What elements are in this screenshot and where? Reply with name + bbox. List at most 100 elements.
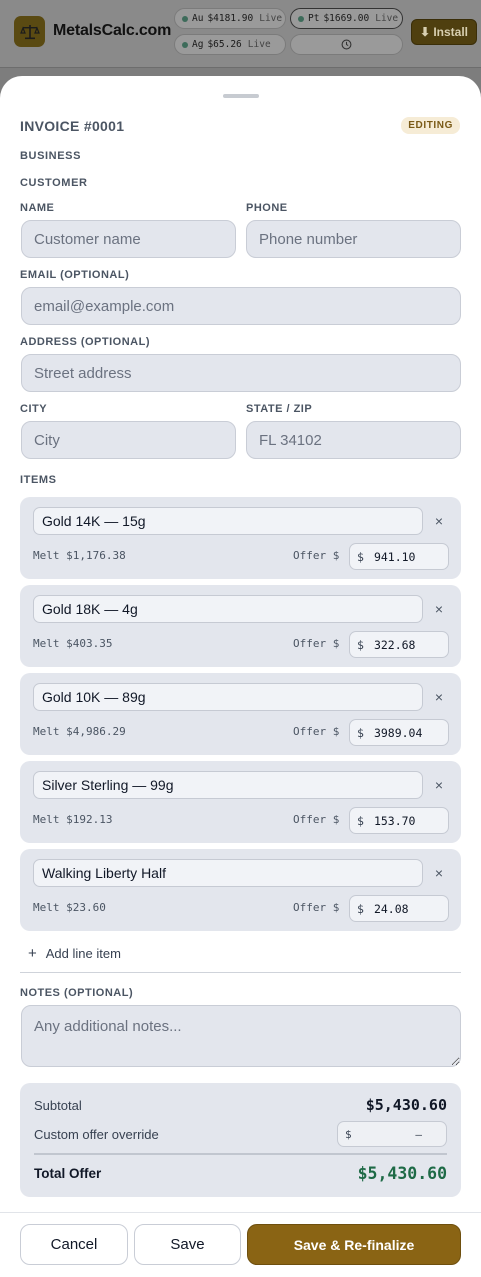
notes-label: NOTES (OPTIONAL) <box>20 987 134 999</box>
remove-item-icon[interactable]: × <box>431 599 447 619</box>
offer-input[interactable]: $ 3989.04 <box>349 719 449 746</box>
offer-input[interactable]: $ 322.68 <box>349 631 449 658</box>
email-label: EMAIL (OPTIONAL) <box>20 269 130 281</box>
name-label: NAME <box>20 202 55 214</box>
item-name-input[interactable]: Gold 18K — 4g <box>33 595 423 623</box>
ticker-symbol: Au <box>192 13 204 24</box>
invoice-sheet: INVOICE #0001 EDITING BUSINESS CUSTOMER … <box>0 76 481 1277</box>
status-badge: EDITING <box>401 117 460 134</box>
customer-heading: CUSTOMER <box>20 177 88 189</box>
city-input[interactable] <box>21 421 236 459</box>
line-item: Gold 18K — 4g × Melt $403.35 Offer $ $ 3… <box>20 585 461 667</box>
ticker-price: $1669.00 <box>323 13 370 24</box>
app-header: MetalsCalc.com Au $4181.90 Live Pt $1669… <box>0 0 481 68</box>
total-offer-value: $5,430.60 <box>357 1164 447 1183</box>
remove-item-icon[interactable]: × <box>431 863 447 883</box>
invoice-title: INVOICE #0001 <box>20 118 125 134</box>
offer-label: Offer $ <box>293 725 340 738</box>
ticker-silver[interactable]: Ag $65.26 Live <box>174 34 286 55</box>
install-button[interactable]: ⬇ Install <box>411 19 477 45</box>
offer-label: Offer $ <box>293 813 340 826</box>
add-line-item-button[interactable]: + Add line item <box>28 945 121 962</box>
live-dot-icon <box>182 15 188 22</box>
divider <box>20 972 461 973</box>
ticker-status: Live <box>247 39 271 50</box>
add-line-item-label: Add line item <box>45 946 121 961</box>
offer-value: 24.08 <box>373 901 409 916</box>
email-input[interactable] <box>21 287 461 325</box>
remove-item-icon[interactable]: × <box>431 687 447 707</box>
address-input[interactable] <box>21 354 461 392</box>
total-offer-label: Total Offer <box>34 1166 102 1181</box>
offer-input[interactable]: $ 153.70 <box>349 807 449 834</box>
subtotal-value: $5,430.60 <box>365 1096 447 1114</box>
ticker-status: Live <box>259 13 283 24</box>
address-label: ADDRESS (OPTIONAL) <box>20 336 150 348</box>
line-item: Silver Sterling — 99g × Melt $192.13 Off… <box>20 761 461 843</box>
phone-input[interactable] <box>246 220 461 258</box>
override-currency: $ <box>345 1127 352 1141</box>
melt-value: Melt $192.13 <box>33 813 113 826</box>
currency-symbol: $ <box>357 725 364 740</box>
save-button[interactable]: Save <box>134 1224 241 1265</box>
currency-symbol: $ <box>357 901 364 916</box>
city-label: CITY <box>20 403 48 415</box>
remove-item-icon[interactable]: × <box>431 511 447 531</box>
currency-symbol: $ <box>357 813 364 828</box>
item-name-input[interactable]: Silver Sterling — 99g <box>33 771 423 799</box>
melt-value: Melt $4,986.29 <box>33 725 126 738</box>
offer-value: 3989.04 <box>373 725 423 740</box>
ticker-status: Live <box>375 13 399 24</box>
clock-icon <box>341 39 352 50</box>
ticker-price: $65.26 <box>207 39 242 50</box>
item-name-input[interactable]: Gold 10K — 89g <box>33 683 423 711</box>
currency-symbol: $ <box>357 637 364 652</box>
clock-button[interactable] <box>290 34 403 55</box>
ticker-gold[interactable]: Au $4181.90 Live <box>174 8 286 29</box>
override-label: Custom offer override <box>34 1127 159 1142</box>
line-item: Gold 10K — 89g × Melt $4,986.29 Offer $ … <box>20 673 461 755</box>
offer-label: Offer $ <box>293 901 340 914</box>
ticker-symbol: Pt <box>308 13 320 24</box>
business-heading[interactable]: BUSINESS <box>20 150 81 162</box>
live-dot-icon <box>298 15 304 22</box>
live-dot-icon <box>182 41 188 48</box>
override-value: — <box>415 1127 422 1141</box>
offer-label: Offer $ <box>293 637 340 650</box>
item-name-input[interactable]: Walking Liberty Half <box>33 859 423 887</box>
ticker-price: $4181.90 <box>207 13 254 24</box>
totals-panel: Subtotal $5,430.60 Custom offer override… <box>20 1083 461 1197</box>
offer-value: 941.10 <box>373 549 416 564</box>
balance-scale-icon <box>14 16 45 47</box>
line-item: Walking Liberty Half × Melt $23.60 Offer… <box>20 849 461 931</box>
save-refinalize-button[interactable]: Save & Re-finalize <box>247 1224 461 1265</box>
state-zip-input[interactable] <box>246 421 461 459</box>
melt-value: Melt $403.35 <box>33 637 113 650</box>
remove-item-icon[interactable]: × <box>431 775 447 795</box>
offer-input[interactable]: $ 24.08 <box>349 895 449 922</box>
ticker-symbol: Ag <box>192 39 204 50</box>
brand-name: MetalsCalc.com <box>53 22 172 39</box>
totals-divider <box>34 1153 447 1155</box>
footer-divider <box>0 1212 481 1213</box>
offer-label: Offer $ <box>293 549 340 562</box>
plus-icon: + <box>28 945 37 962</box>
customer-name-input[interactable] <box>21 220 236 258</box>
offer-value: 322.68 <box>373 637 416 652</box>
notes-textarea[interactable] <box>21 1005 461 1067</box>
items-heading: ITEMS <box>20 474 57 486</box>
melt-value: Melt $1,176.38 <box>33 549 126 562</box>
state-zip-label: STATE / ZIP <box>246 403 313 415</box>
ticker-platinum[interactable]: Pt $1669.00 Live <box>290 8 403 29</box>
item-name-input[interactable]: Gold 14K — 15g <box>33 507 423 535</box>
phone-label: PHONE <box>246 202 288 214</box>
line-item: Gold 14K — 15g × Melt $1,176.38 Offer $ … <box>20 497 461 579</box>
cancel-button[interactable]: Cancel <box>20 1224 128 1265</box>
override-input[interactable]: $ — <box>337 1121 447 1147</box>
melt-value: Melt $23.60 <box>33 901 106 914</box>
subtotal-label: Subtotal <box>34 1098 82 1113</box>
drag-handle[interactable] <box>223 94 259 98</box>
currency-symbol: $ <box>357 549 364 564</box>
offer-value: 153.70 <box>373 813 416 828</box>
offer-input[interactable]: $ 941.10 <box>349 543 449 570</box>
